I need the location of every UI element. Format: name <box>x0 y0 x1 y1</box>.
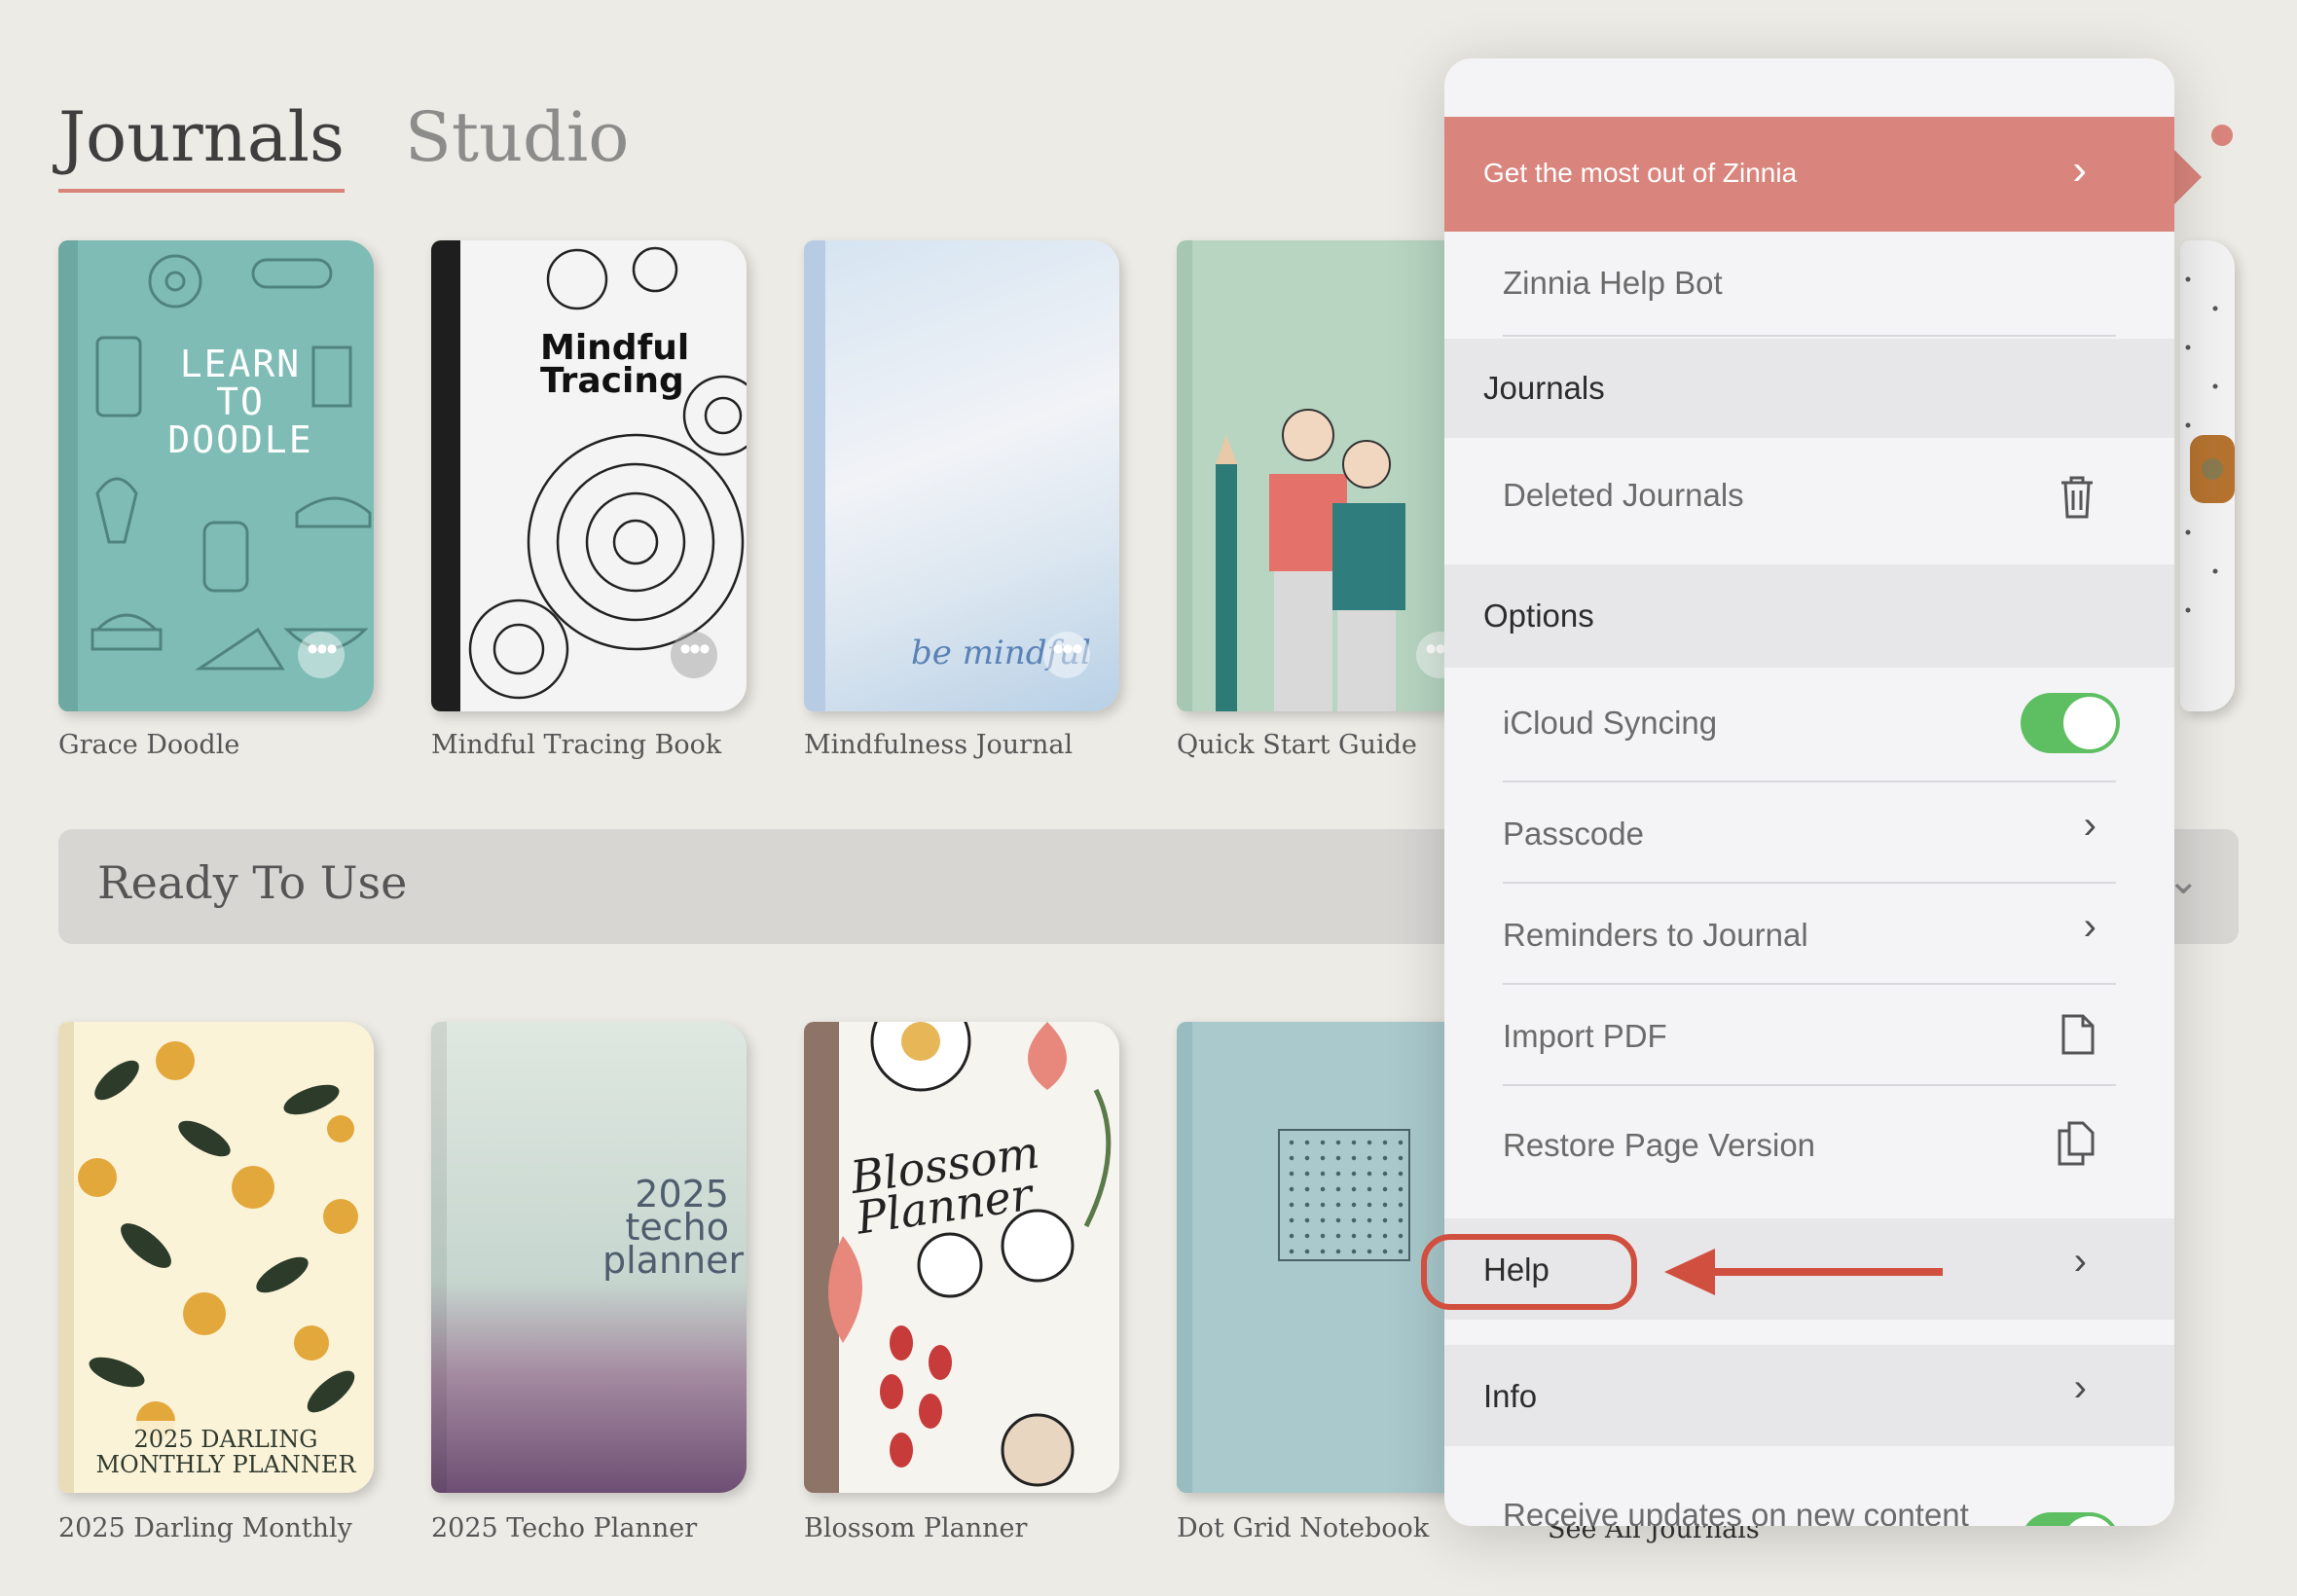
menu-item-label: Restore Page Version <box>1503 1127 1816 1163</box>
flower-illustration <box>828 1022 1112 1487</box>
receive-updates-toggle[interactable] <box>2021 1512 2120 1526</box>
chevron-right-icon: › <box>2073 1366 2087 1409</box>
cover-title: 2025 DARLING MONTHLY PLANNER <box>88 1421 364 1483</box>
annotation-circle <box>1421 1234 1637 1310</box>
book-spine <box>804 240 825 711</box>
menu-item-reminders[interactable]: Reminders to Journal › <box>1444 884 2174 985</box>
book-spine <box>1177 1022 1192 1493</box>
chevron-right-icon: › <box>2083 905 2096 948</box>
trash-icon <box>2061 476 2093 519</box>
menu-item-label: Import PDF <box>1503 1018 1667 1054</box>
section-label: Journals <box>1483 370 1605 406</box>
cover-title: 2025 techo planner <box>602 1173 745 1282</box>
menu-item-help-bot[interactable]: Zinnia Help Bot <box>1444 232 2174 337</box>
toggle-knob <box>2063 697 2116 749</box>
menu-item-info[interactable]: Info › <box>1444 1345 2174 1446</box>
template-caption: Dot Grid Notebook <box>1177 1513 1430 1543</box>
more-options-button[interactable]: ••• <box>1043 632 1090 678</box>
menu-button-indicator[interactable] <box>2211 125 2233 146</box>
people-illustration <box>1216 409 1405 711</box>
template-cover-techo[interactable]: 2025 techo planner <box>431 1022 747 1493</box>
menu-item-label: Info <box>1483 1378 1538 1414</box>
section-title: Ready To Use <box>97 856 408 909</box>
cover-title: Mindful Tracing <box>540 328 690 401</box>
more-options-button[interactable]: ••• <box>671 632 717 678</box>
dot-grid-graphic <box>1278 1129 1410 1261</box>
template-cover-dot-grid[interactable] <box>1177 1022 1449 1493</box>
journal-cover-grace-doodle[interactable]: LEARN TO DOODLE ••• <box>58 240 374 711</box>
menu-item-receive-updates: Receive updates on new content <box>1444 1497 2174 1526</box>
menu-item-deleted-journals[interactable]: Deleted Journals <box>1444 438 2174 564</box>
menu-item-import-pdf[interactable]: Import PDF <box>1444 985 2174 1086</box>
promo-banner[interactable]: Get the most out of Zinnia › <box>1444 117 2174 232</box>
journal-caption: Mindfulness Journal <box>804 730 1074 760</box>
menu-item-label: Deleted Journals <box>1503 477 1744 513</box>
menu-item-restore-page-version[interactable]: Restore Page Version <box>1444 1086 2174 1203</box>
section-header-options: Options <box>1444 564 2174 668</box>
book-spine <box>431 1022 447 1493</box>
section-header-journals: Journals <box>1444 339 2174 438</box>
top-tabs: Journals Studio <box>58 97 629 193</box>
template-caption: 2025 Techo Planner <box>431 1513 698 1543</box>
menu-item-icloud-syncing: iCloud Syncing <box>1444 668 2174 782</box>
toggle-knob <box>2063 1516 2116 1526</box>
chevron-right-icon: › <box>2083 804 2096 847</box>
journal-caption: Quick Start Guide <box>1177 730 1417 760</box>
tab-studio[interactable]: Studio <box>405 97 630 193</box>
chevron-right-icon: › <box>2072 146 2087 194</box>
chevron-right-icon: › <box>2073 1240 2087 1283</box>
menu-item-passcode[interactable]: Passcode › <box>1444 782 2174 884</box>
menu-item-label: iCloud Syncing <box>1503 705 1718 741</box>
section-label: Options <box>1483 598 1594 634</box>
template-caption: 2025 Darling Monthly <box>58 1513 352 1543</box>
template-cover-darling[interactable]: 2025 DARLING MONTHLY PLANNER <box>58 1022 374 1493</box>
menu-item-label: Zinnia Help Bot <box>1503 265 1723 301</box>
menu-item-label: Reminders to Journal <box>1503 917 1808 953</box>
cover-title: LEARN TO DOODLE <box>167 343 313 461</box>
journal-cover-mindfulness[interactable]: be mindful ••• <box>804 240 1119 711</box>
menu-item-label: Receive updates on new content <box>1503 1497 1969 1526</box>
promo-label: Get the most out of Zinnia <box>1483 158 1798 188</box>
annotation-arrow-line <box>1694 1268 1943 1276</box>
template-caption: Blossom Planner <box>804 1513 1028 1543</box>
template-cover-blossom[interactable]: Blossom Planner <box>804 1022 1119 1493</box>
copy-document-icon <box>2058 1121 2095 1166</box>
document-icon <box>2061 1014 2095 1055</box>
journal-caption: Grace Doodle <box>58 730 240 760</box>
journal-cover-quick-start[interactable]: ••• <box>1177 240 1449 711</box>
tab-journals[interactable]: Journals <box>58 97 345 193</box>
dot-pattern <box>2185 276 2235 613</box>
journal-caption: Mindful Tracing Book <box>431 730 722 760</box>
menu-item-label: Passcode <box>1503 816 1644 852</box>
icloud-toggle[interactable] <box>2021 693 2120 753</box>
more-options-button[interactable]: ••• <box>298 632 345 678</box>
journal-cover-partial[interactable] <box>2180 240 2235 711</box>
journal-cover-mindful-tracing[interactable]: Mindful Tracing ••• <box>431 240 747 711</box>
